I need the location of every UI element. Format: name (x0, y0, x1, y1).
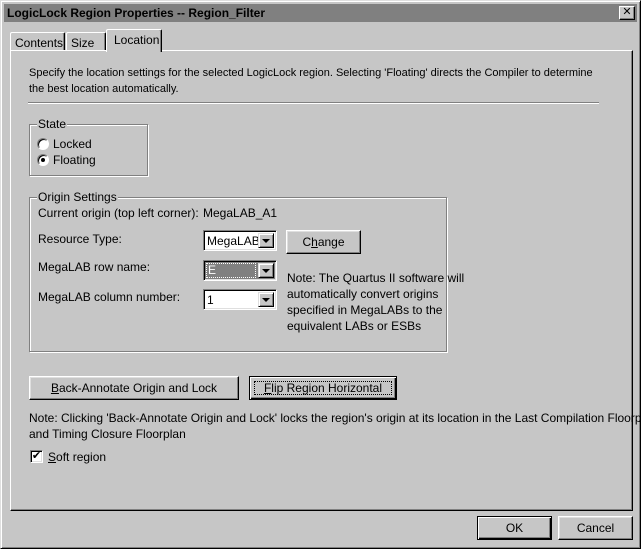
column-number-label: MegaLAB column number: (38, 290, 181, 304)
tab-label: Contents (15, 36, 64, 50)
tab-label: Size (71, 36, 95, 50)
description-line-1: Specify the location settings for the se… (29, 67, 593, 79)
chevron-down-icon[interactable] (258, 292, 274, 307)
flip-label: lip Region Horizontal (271, 381, 383, 395)
current-origin-label: Current origin (top left corner): (38, 206, 199, 220)
checkmark-icon: ✔ (31, 450, 42, 462)
window-title: LogicLock Region Properties -- Region_Fi… (7, 6, 266, 20)
change-label-post: ange (317, 235, 345, 249)
back-annotate-button[interactable]: Back-Annotate Origin and Lock (29, 376, 239, 400)
cancel-label: Cancel (576, 521, 615, 535)
state-legend: State (37, 117, 68, 131)
row-name-value: E (206, 263, 256, 278)
back-annotate-note-line-1: Note: Clicking 'Back-Annotate Origin and… (29, 411, 641, 425)
origin-note-line-2: automatically convert origins (287, 287, 439, 301)
tab-location[interactable]: Location (106, 29, 162, 52)
tab-contents[interactable]: Contents (10, 32, 65, 51)
resource-type-select[interactable]: MegaLAB (203, 230, 277, 251)
back-annotate-label: ack-Annotate Origin and Lock (58, 381, 218, 395)
origin-note-line-1: Note: The Quartus II software will (287, 271, 465, 285)
tab-size[interactable]: Size (66, 32, 106, 51)
locked-label[interactable]: Locked (53, 137, 92, 151)
ok-button[interactable]: OK (477, 516, 552, 540)
column-number-value: 1 (207, 293, 214, 307)
radio-selected-dot (41, 158, 45, 162)
soft-region-checkbox[interactable]: ✔ (30, 450, 43, 463)
cancel-button[interactable]: Cancel (558, 516, 633, 540)
ok-label: OK (505, 521, 524, 535)
current-origin-value: MegaLAB_A1 (203, 206, 278, 220)
description-line-2: the best location automatically. (29, 83, 179, 95)
back-annotate-accel: B (50, 381, 59, 395)
back-annotate-note-line-2: and Timing Closure Floorplan (29, 427, 186, 441)
chevron-down-icon[interactable] (258, 233, 274, 248)
change-label-pre: C (302, 235, 312, 249)
flip-region-horizontal-button[interactable]: Flip Region Horizontal (249, 376, 397, 400)
tab-label: Location (114, 33, 160, 47)
floating-label[interactable]: Floating (53, 153, 96, 167)
title-bar[interactable]: LogicLock Region Properties -- Region_Fi… (4, 4, 637, 22)
soft-region-label-text: oft region (56, 450, 107, 464)
soft-region-label[interactable]: Soft region (48, 450, 106, 464)
origin-note-line-4: equivalent LABs or ESBs (287, 319, 422, 333)
resource-type-value: MegaLAB (207, 234, 260, 248)
column-number-select[interactable]: 1 (203, 289, 277, 310)
row-name-label: MegaLAB row name: (38, 260, 151, 274)
close-icon: ✕ (622, 6, 632, 18)
chevron-down-icon[interactable] (258, 263, 274, 278)
resource-type-label: Resource Type: (38, 232, 122, 246)
change-button[interactable]: Change (286, 230, 361, 254)
floating-radio[interactable] (37, 154, 49, 166)
close-button[interactable]: ✕ (619, 6, 635, 20)
origin-note-line-3: specified in MegaLABs to the (287, 303, 443, 317)
locked-radio[interactable] (37, 138, 49, 150)
dialog-window: LogicLock Region Properties -- Region_Fi… (0, 0, 641, 549)
separator (28, 102, 599, 104)
change-accel: h (311, 235, 318, 249)
origin-settings-legend: Origin Settings (37, 190, 118, 204)
row-name-select[interactable]: E (203, 260, 277, 281)
soft-region-accel: S (48, 450, 57, 464)
